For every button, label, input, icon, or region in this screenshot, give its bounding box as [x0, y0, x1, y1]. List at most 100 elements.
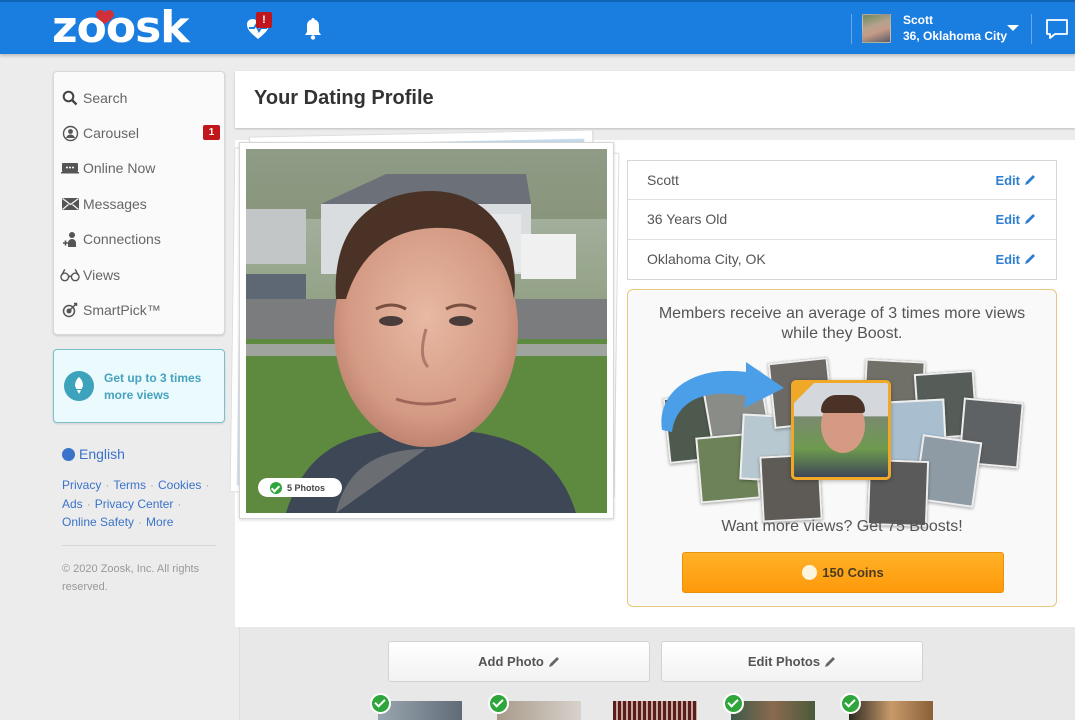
sidebar-item-label: Connections	[83, 231, 161, 247]
edit-label: Edit	[995, 172, 1020, 188]
footer-link-privacy-center[interactable]: Privacy Center	[95, 497, 174, 511]
boost-illustration	[656, 357, 1036, 528]
separator: ·	[150, 478, 155, 492]
pencil-icon	[548, 656, 559, 667]
edit-location-link[interactable]: Edit	[995, 252, 1036, 267]
info-row-location: Oklahoma City, OK Edit	[628, 240, 1056, 279]
page-header: Your Dating Profile	[235, 71, 1075, 128]
pencil-icon	[825, 656, 836, 667]
zoosk-logo[interactable]: zoosk	[52, 6, 190, 50]
info-row-name: Scott Edit	[628, 161, 1056, 201]
sidebar-item-label: SmartPick™	[83, 302, 161, 318]
approved-check-icon	[723, 693, 744, 714]
boost-promo-card[interactable]: Get up to 3 times more views	[53, 349, 225, 423]
boost-headline: Members receive an average of 3 times mo…	[658, 305, 1026, 342]
boost-offer-card: Members receive an average of 3 times mo…	[627, 289, 1057, 607]
profile-photo[interactable]	[239, 142, 614, 519]
info-value: Oklahoma City, OK	[647, 251, 766, 268]
photo-count-pill[interactable]: 5 Photos	[258, 478, 342, 497]
chat-icon[interactable]	[1045, 18, 1069, 40]
footer-divider	[62, 545, 216, 546]
sidebar-item-search[interactable]: Search	[60, 86, 220, 110]
curved-arrow-icon	[661, 362, 784, 432]
globe-icon	[62, 447, 75, 461]
check-icon	[270, 481, 282, 494]
photo-count-label: 5 Photos	[287, 482, 326, 493]
separator: ·	[86, 496, 91, 511]
profile-photo-image	[246, 149, 607, 513]
sidebar-item-smartpick[interactable]: SmartPick™	[60, 298, 220, 322]
heartbeat-badge: !	[256, 12, 272, 28]
boost-promo-text: Get up to 3 times more views	[104, 371, 202, 402]
sidebar-nav: Search Carousel 1 Online Now Messages Co…	[53, 71, 225, 335]
top-bar: zoosk ! Scott 36, Oklahoma City	[0, 0, 1075, 54]
separator: ·	[177, 496, 182, 511]
photo-thumbnail[interactable]	[613, 701, 697, 720]
sidebar-item-messages[interactable]: Messages	[60, 192, 220, 216]
user-avatar[interactable]	[862, 14, 891, 43]
carousel-badge: 1	[203, 125, 220, 140]
search-icon	[60, 90, 80, 106]
profile-info-table: Scott Edit 36 Years Old Edit Oklahoma Ci…	[627, 160, 1057, 280]
sidebar-item-label: Online Now	[83, 160, 156, 176]
footer-link-cookies[interactable]: Cookies	[158, 478, 201, 492]
add-photo-label: Add Photo	[478, 654, 544, 669]
coin-icon	[802, 565, 818, 580]
edit-age-link[interactable]: Edit	[995, 212, 1036, 227]
user-location[interactable]: 36, Oklahoma City	[903, 29, 1007, 43]
sidebar-item-carousel[interactable]: Carousel 1	[60, 121, 220, 145]
chevron-down-icon[interactable]	[1007, 25, 1019, 31]
carousel-icon	[60, 125, 80, 141]
approved-check-icon	[840, 693, 861, 714]
info-row-age: 36 Years Old Edit	[628, 200, 1056, 240]
boost-offer-text: Want more views? Get 75 Boosts!	[721, 518, 963, 535]
bell-icon[interactable]	[299, 14, 327, 42]
photo-thumbnail[interactable]	[849, 701, 933, 720]
connections-icon	[60, 231, 80, 247]
user-name[interactable]: Scott	[903, 13, 933, 27]
glasses-icon	[60, 267, 80, 283]
online-now-icon	[60, 160, 80, 176]
separator: ·	[105, 478, 110, 492]
approved-check-icon	[370, 693, 391, 714]
edit-label: Edit	[995, 211, 1020, 227]
smartpick-icon	[60, 302, 80, 318]
sidebar-item-label: Messages	[83, 196, 147, 212]
pencil-icon	[1025, 214, 1035, 225]
info-value: 36 Years Old	[647, 211, 728, 228]
sidebar-item-connections[interactable]: Connections	[60, 227, 220, 251]
sidebar-item-views[interactable]: Views	[60, 263, 220, 287]
footer-links: Privacy · Terms · Cookies · Ads · Privacy Cente…	[62, 476, 222, 532]
envelope-icon	[60, 196, 80, 212]
pencil-icon	[1025, 175, 1035, 186]
pencil-icon	[1025, 254, 1035, 265]
sidebar-item-label: Carousel	[83, 125, 140, 141]
sidebar-item-label: Search	[83, 90, 128, 106]
divider	[851, 14, 852, 44]
approved-check-icon	[488, 693, 509, 714]
photo-thumbnail[interactable]	[497, 701, 581, 720]
edit-photos-label: Edit Photos	[747, 654, 821, 669]
sidebar-item-label: Views	[83, 267, 121, 283]
divider	[1031, 14, 1032, 44]
edit-label: Edit	[995, 251, 1020, 267]
buy-boost-button[interactable]: 150 Coins	[682, 552, 1004, 593]
edit-photos-button[interactable]: Edit Photos	[661, 641, 923, 682]
footer-link-online-safety[interactable]: Online Safety	[62, 515, 134, 529]
language-label: English	[79, 446, 125, 462]
boost-corner-icon	[794, 383, 814, 403]
copyright-text: © 2020 Zoosk, Inc. All rights reserved.	[62, 563, 200, 593]
footer-link-more[interactable]: More	[146, 515, 173, 529]
rocket-icon	[64, 371, 94, 401]
buy-boost-label: 150 Coins	[822, 565, 884, 580]
logo-text: zoosk	[52, 2, 190, 53]
footer-link-privacy[interactable]: Privacy	[62, 478, 101, 492]
edit-name-link[interactable]: Edit	[995, 173, 1036, 188]
highlighted-profile-tile	[791, 380, 891, 480]
add-photo-button[interactable]: Add Photo	[388, 641, 650, 682]
footer-link-ads[interactable]: Ads	[62, 497, 83, 511]
heart-icon	[96, 10, 114, 24]
footer-link-terms[interactable]: Terms	[113, 478, 146, 492]
language-selector[interactable]: English	[62, 446, 125, 462]
sidebar-item-online-now[interactable]: Online Now	[60, 156, 220, 180]
